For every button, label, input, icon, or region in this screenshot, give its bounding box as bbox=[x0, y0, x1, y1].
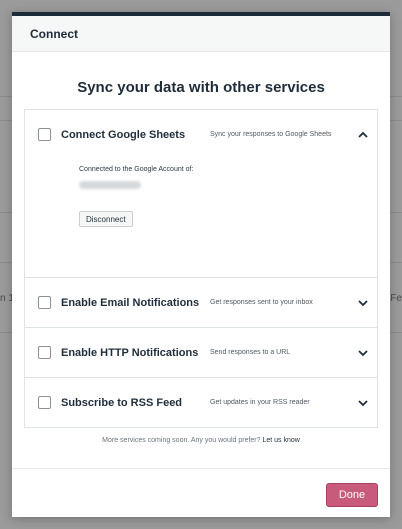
service-description: Get responses sent to your inbox bbox=[210, 299, 313, 306]
services-list: Connect Google Sheets Sync your response… bbox=[24, 109, 378, 428]
footer-divider bbox=[12, 468, 390, 469]
service-description: Send responses to a URL bbox=[210, 349, 291, 356]
google-sheets-details: Connected to the Google Account of: Disc… bbox=[25, 159, 377, 277]
service-description: Get updates in your RSS reader bbox=[210, 399, 310, 406]
http-notifications-checkbox[interactable] bbox=[38, 346, 51, 359]
modal-title: Connect bbox=[30, 26, 78, 41]
service-row-rss[interactable]: Subscribe to RSS Feed Get updates in you… bbox=[25, 378, 377, 427]
account-email-redacted bbox=[79, 181, 141, 189]
service-label: Enable Email Notifications bbox=[61, 296, 200, 309]
google-sheets-checkbox[interactable] bbox=[38, 128, 51, 141]
disconnect-button[interactable]: Disconnect bbox=[79, 211, 133, 227]
let-us-know-link[interactable]: Let us know bbox=[262, 437, 299, 444]
service-row-email[interactable]: Enable Email Notifications Get responses… bbox=[25, 278, 377, 327]
done-button[interactable]: Done bbox=[326, 483, 378, 507]
service-row-google-sheets[interactable]: Connect Google Sheets Sync your response… bbox=[25, 110, 377, 159]
service-label: Subscribe to RSS Feed bbox=[61, 396, 183, 409]
rss-feed-checkbox[interactable] bbox=[38, 396, 51, 409]
service-description: Sync your responses to Google Sheets bbox=[210, 131, 332, 138]
connect-modal: Connect Sync your data with other servic… bbox=[12, 12, 390, 517]
service-row-http[interactable]: Enable HTTP Notifications Send responses… bbox=[25, 328, 377, 377]
chevron-down-icon[interactable] bbox=[357, 397, 369, 409]
service-label: Enable HTTP Notifications bbox=[61, 346, 199, 359]
service-http-notifications: Enable HTTP Notifications Send responses… bbox=[25, 328, 377, 378]
service-email-notifications: Enable Email Notifications Get responses… bbox=[25, 278, 377, 328]
connected-account-text: Connected to the Google Account of: bbox=[79, 166, 194, 173]
email-notifications-checkbox[interactable] bbox=[38, 296, 51, 309]
more-services-note: More services coming soon. Any you would… bbox=[12, 437, 390, 444]
more-services-text: More services coming soon. Any you would… bbox=[102, 437, 261, 444]
service-google-sheets: Connect Google Sheets Sync your response… bbox=[25, 110, 377, 278]
modal-heading: Sync your data with other services bbox=[77, 79, 325, 96]
service-rss-feed: Subscribe to RSS Feed Get updates in you… bbox=[25, 378, 377, 427]
background-text-right: Fe bbox=[390, 293, 402, 304]
chevron-down-icon[interactable] bbox=[357, 347, 369, 359]
chevron-up-icon[interactable] bbox=[357, 129, 369, 141]
chevron-down-icon[interactable] bbox=[357, 297, 369, 309]
modal-header: Connect bbox=[12, 16, 390, 52]
service-label: Connect Google Sheets bbox=[61, 128, 186, 141]
